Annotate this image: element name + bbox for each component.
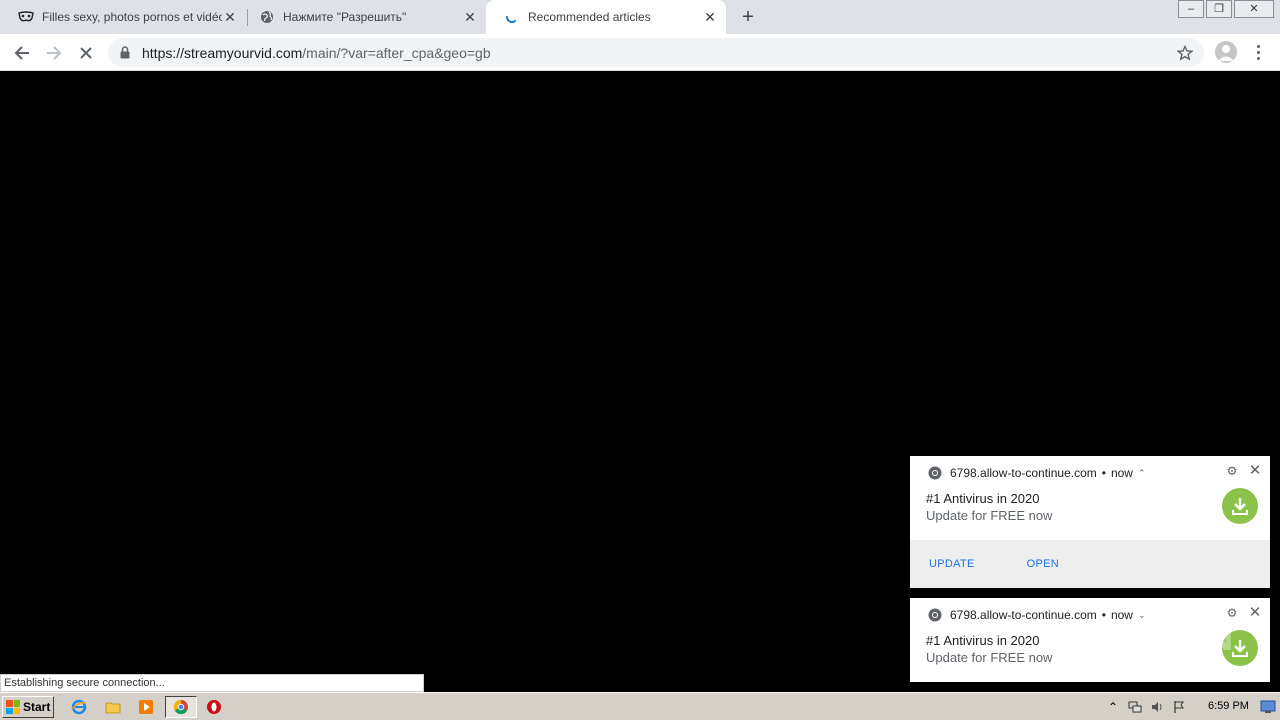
notification-1[interactable]: 6798.allow-to-continue.com • now ⌃ ⚙ ✕ #… xyxy=(910,456,1270,588)
tab-recommended-articles[interactable]: Recommended articles ✕ xyxy=(486,0,726,34)
minimize-button[interactable]: – xyxy=(1178,0,1204,18)
status-bubble: Establishing secure connection... xyxy=(0,674,424,692)
tab-strip: Filles sexy, photos pornos et vidéos ✕ Н… xyxy=(0,0,1280,34)
tab-razreshit[interactable]: Нажмите "Разрешить" ✕ xyxy=(241,0,486,34)
file-explorer-icon[interactable] xyxy=(104,698,122,716)
opera-icon[interactable] xyxy=(205,698,223,716)
screen: Filles sexy, photos pornos et vidéos ✕ Н… xyxy=(0,0,1280,720)
notification-time: now xyxy=(1110,608,1133,622)
url-text: https://streamyourvid.com/main/?var=afte… xyxy=(142,45,491,61)
notification-header: 6798.allow-to-continue.com • now ⌃ xyxy=(928,466,1146,480)
close-icon[interactable]: ✕ xyxy=(1248,605,1262,620)
notification-body: Update for FREE now xyxy=(926,650,1053,665)
back-button[interactable] xyxy=(10,41,34,65)
address-bar[interactable]: https://streamyourvid.com/main/?var=afte… xyxy=(108,38,1204,67)
lock-icon[interactable] xyxy=(120,46,132,60)
system-tray: ⌃ xyxy=(1105,696,1280,718)
chevron-down-icon[interactable]: ⌄ xyxy=(1138,610,1146,621)
stop-loading-button[interactable] xyxy=(74,41,98,65)
chrome-icon xyxy=(173,699,188,715)
close-icon[interactable]: ✕ xyxy=(462,9,478,25)
windows-logo-icon xyxy=(6,700,20,714)
notification-origin: 6798.allow-to-continue.com xyxy=(950,608,1097,622)
internet-explorer-icon[interactable] xyxy=(70,698,88,716)
chrome-icon xyxy=(928,466,942,480)
forward-arrow-icon xyxy=(47,46,62,60)
gear-icon[interactable]: ⚙ xyxy=(1226,465,1238,477)
download-icon xyxy=(1222,630,1258,666)
url-path: /main/?var=after_cpa&geo=gb xyxy=(302,44,491,61)
start-button[interactable]: Start xyxy=(2,696,54,718)
taskbar-chrome-button[interactable] xyxy=(165,696,197,718)
separator-dot: • xyxy=(1101,608,1106,622)
forward-button[interactable] xyxy=(42,41,66,65)
chrome-icon xyxy=(928,608,942,622)
notification-body: Update for FREE now xyxy=(926,508,1053,523)
volume-icon[interactable] xyxy=(1149,699,1165,715)
notification-origin: 6798.allow-to-continue.com xyxy=(950,466,1097,480)
open-button[interactable]: OPEN xyxy=(1027,558,1059,570)
tab-title: Filles sexy, photos pornos et vidéos xyxy=(42,10,222,24)
notification-title: #1 Antivirus in 2020 xyxy=(926,491,1040,506)
start-label: Start xyxy=(23,700,51,714)
tab-title: Recommended articles xyxy=(528,10,651,24)
gear-icon[interactable]: ⚙ xyxy=(1226,607,1238,619)
network-icon[interactable] xyxy=(1127,699,1143,715)
close-icon[interactable]: ✕ xyxy=(1248,463,1262,478)
bookmark-star-icon[interactable] xyxy=(1176,44,1194,62)
notification-actions: UPDATE OPEN xyxy=(910,540,1270,588)
new-tab-button[interactable]: + xyxy=(738,7,758,27)
browser-toolbar: https://streamyourvid.com/main/?var=afte… xyxy=(0,34,1280,71)
update-button[interactable]: UPDATE xyxy=(929,558,975,570)
media-player-icon[interactable] xyxy=(137,698,155,716)
notification-title: #1 Antivirus in 2020 xyxy=(926,633,1040,648)
browser-menu-icon[interactable] xyxy=(1250,41,1266,63)
back-arrow-icon xyxy=(14,46,29,60)
profile-avatar-icon[interactable] xyxy=(1215,41,1237,63)
notification-2[interactable]: 6798.allow-to-continue.com • now ⌄ ⚙ ✕ #… xyxy=(910,598,1270,682)
window-controls: – ❐ ✕ xyxy=(1176,0,1274,18)
notification-time: now xyxy=(1110,466,1133,480)
url-host: https://streamyourvid.com xyxy=(142,44,303,61)
loading-spinner-icon xyxy=(504,9,520,25)
stop-icon xyxy=(80,47,92,59)
close-icon[interactable]: ✕ xyxy=(702,9,718,25)
download-icon xyxy=(1222,488,1258,524)
tab-title: Нажмите "Разрешить" xyxy=(283,10,407,24)
taskbar: Start ⌃ 6:59 PM xyxy=(0,692,1280,720)
taskbar-clock[interactable]: 6:59 PM xyxy=(1208,700,1249,712)
separator-dot: • xyxy=(1101,466,1106,480)
action-center-flag-icon[interactable] xyxy=(1171,699,1187,715)
show-desktop-icon[interactable] xyxy=(1259,698,1277,716)
maximize-button[interactable]: ❐ xyxy=(1206,0,1232,18)
tab-filles[interactable]: Filles sexy, photos pornos et vidéos ✕ xyxy=(0,0,246,34)
notification-header: 6798.allow-to-continue.com • now ⌄ xyxy=(928,608,1146,622)
close-icon[interactable]: ✕ xyxy=(222,9,238,25)
close-window-button[interactable]: ✕ xyxy=(1234,0,1274,18)
globe-icon xyxy=(259,9,275,25)
show-hidden-icons-icon[interactable]: ⌃ xyxy=(1105,699,1121,715)
mask-icon xyxy=(18,9,34,25)
chevron-up-icon[interactable]: ⌃ xyxy=(1138,468,1146,479)
